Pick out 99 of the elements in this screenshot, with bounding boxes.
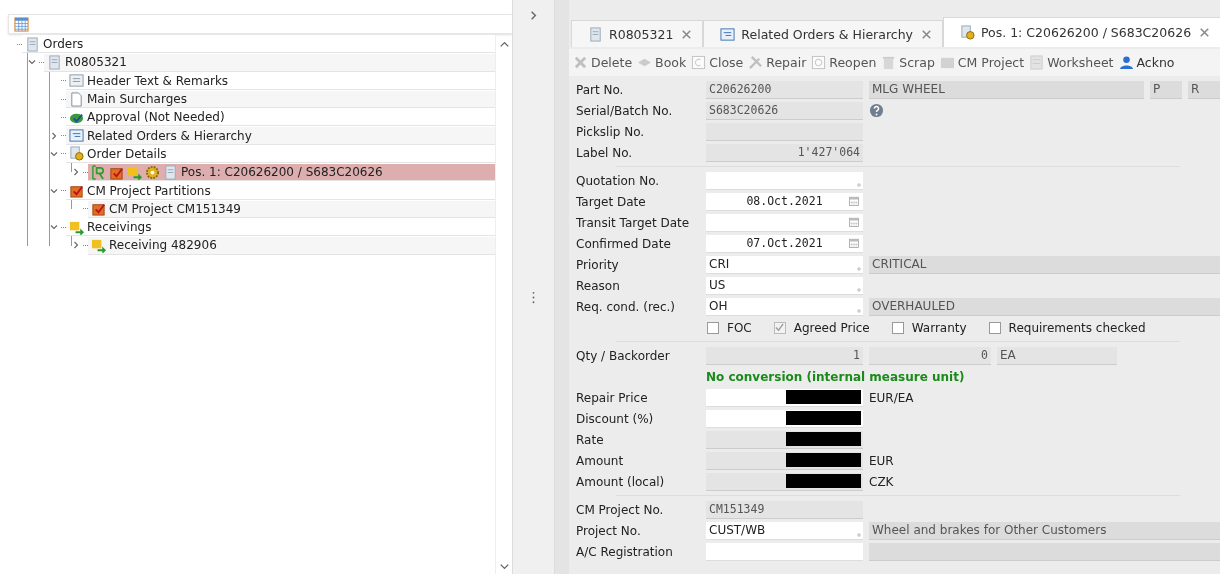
field-label: Part No. <box>576 82 625 97</box>
tab[interactable]: Related Orders & Hierarchy <box>703 20 943 47</box>
doc-icon <box>47 54 62 70</box>
box-icon <box>91 201 106 217</box>
unit-label: EUR/EA <box>869 390 914 405</box>
field-label: Quotation No. <box>576 173 661 188</box>
field-label: Project No. <box>576 523 642 538</box>
tree-item[interactable]: Receiving 482906 <box>88 236 495 255</box>
tree-item[interactable]: Orders <box>22 35 495 54</box>
gear-document-icon <box>959 25 975 40</box>
field-label: Serial/Batch No. <box>576 103 674 118</box>
checkbox-label: FOC <box>727 320 752 335</box>
field-label: Rate <box>576 432 605 447</box>
date-field[interactable]: 08.Oct.2021 <box>706 192 863 211</box>
table-icon[interactable] <box>14 16 29 32</box>
checkbox[interactable] <box>891 321 904 334</box>
doc-icon <box>163 164 178 180</box>
r-icon <box>91 164 106 180</box>
readonly-field: 1'427'064 <box>706 143 863 162</box>
lookup-field[interactable] <box>706 171 863 190</box>
o-key-icon <box>811 55 827 70</box>
cross-icon <box>573 55 588 70</box>
box-arrow-icon <box>91 237 106 253</box>
tree-item[interactable]: Pos. 1: C20626200 / S683C20626 <box>88 163 495 182</box>
field-label: Discount (%) <box>576 411 655 426</box>
readonly-field: R <box>1188 80 1220 99</box>
checkbox-label: Agreed Price <box>793 320 870 335</box>
lookup-field[interactable]: CUST/WB <box>706 521 863 540</box>
tree-item[interactable]: Related Orders & Hierarchy <box>66 126 495 145</box>
doc-icon <box>25 36 40 52</box>
status-message: No conversion (internal measure unit) <box>706 369 965 384</box>
unit-label: CZK <box>869 474 894 489</box>
readonly-field: EA <box>997 346 1117 365</box>
readonly-field: C20626200 <box>706 80 863 99</box>
field-label: Reason <box>576 278 621 293</box>
field-label: Confirmed Date <box>576 236 672 251</box>
box-icon <box>69 183 84 198</box>
input-field[interactable] <box>706 409 863 428</box>
checkbox[interactable] <box>707 321 719 334</box>
box-arrow-icon <box>69 219 84 235</box>
lookup-field[interactable]: OH <box>706 297 863 316</box>
field-label: Label No. <box>576 145 634 160</box>
checkbox-label: Warranty <box>911 320 967 335</box>
person-icon <box>1118 55 1134 70</box>
description-field: OVERHAULED <box>869 297 1220 316</box>
description-field: MLG WHEEL <box>869 80 1144 99</box>
tree-item[interactable]: R0805321 <box>44 53 495 72</box>
field-label: Transit Target Date <box>576 215 691 230</box>
date-field[interactable] <box>706 213 863 232</box>
field-label: Amount (local) <box>576 474 666 489</box>
document-icon <box>69 91 84 107</box>
field-label: Qty / Backorder <box>576 348 671 363</box>
readonly-field: CM151349 <box>706 500 863 519</box>
lookup-dot-icon <box>855 180 863 189</box>
folder-icon <box>939 55 955 70</box>
field-label: CM Project No. <box>576 502 665 517</box>
calendar-icon <box>848 194 860 207</box>
help-icon[interactable] <box>869 103 884 118</box>
doc-icon <box>588 26 603 42</box>
lookup-dot-icon <box>855 530 863 539</box>
input-field[interactable] <box>706 388 863 407</box>
checkbox-label: Requirements checked <box>1008 320 1146 335</box>
list-icon <box>69 73 84 89</box>
readonly-field: S683C20626 <box>706 101 863 120</box>
date-field[interactable]: 07.Oct.2021 <box>706 234 863 253</box>
lookup-dot-icon <box>855 264 863 273</box>
field-label: A/C Registration <box>576 544 674 559</box>
box-arrow-icon <box>127 164 142 180</box>
list-icon <box>69 128 84 144</box>
calendar-icon <box>848 236 860 249</box>
c-key-icon <box>691 55 707 70</box>
checkbox[interactable] <box>988 321 1001 334</box>
field-label: Target Date <box>576 194 647 209</box>
input-field[interactable] <box>706 542 863 561</box>
readonly-field: 0 <box>869 346 991 365</box>
field-label: Req. cond. (rec.) <box>576 299 677 314</box>
sheet-icon <box>1029 55 1045 70</box>
readonly-field: P <box>1150 80 1182 99</box>
readonly-field: 1 <box>706 346 863 365</box>
field-label: Priority <box>576 257 620 272</box>
list-icon <box>720 26 736 42</box>
field-label: Pickslip No. <box>576 124 646 139</box>
tab[interactable]: R0805321 <box>571 20 704 47</box>
bin-icon <box>881 55 897 70</box>
description-field: CRITICAL <box>869 255 1220 274</box>
tab[interactable]: Pos. 1: C20626200 / S683C20626 <box>942 17 1220 47</box>
gear-icon <box>145 164 160 180</box>
gear-document-icon <box>69 146 84 162</box>
field-label: Repair Price <box>576 390 649 405</box>
lookup-field[interactable]: CRI <box>706 255 863 274</box>
field-label: Amount <box>576 453 625 468</box>
toolbar-button[interactable]: Ackno <box>1118 55 1175 70</box>
tools-icon <box>748 55 764 70</box>
calendar-icon <box>848 215 860 228</box>
description-field: Wheel and brakes for Other Customers <box>869 521 1220 540</box>
lookup-dot-icon <box>855 285 863 294</box>
lookup-field[interactable]: US <box>706 276 863 295</box>
unit-label: EUR <box>869 453 894 468</box>
lookup-dot-icon <box>855 306 863 315</box>
